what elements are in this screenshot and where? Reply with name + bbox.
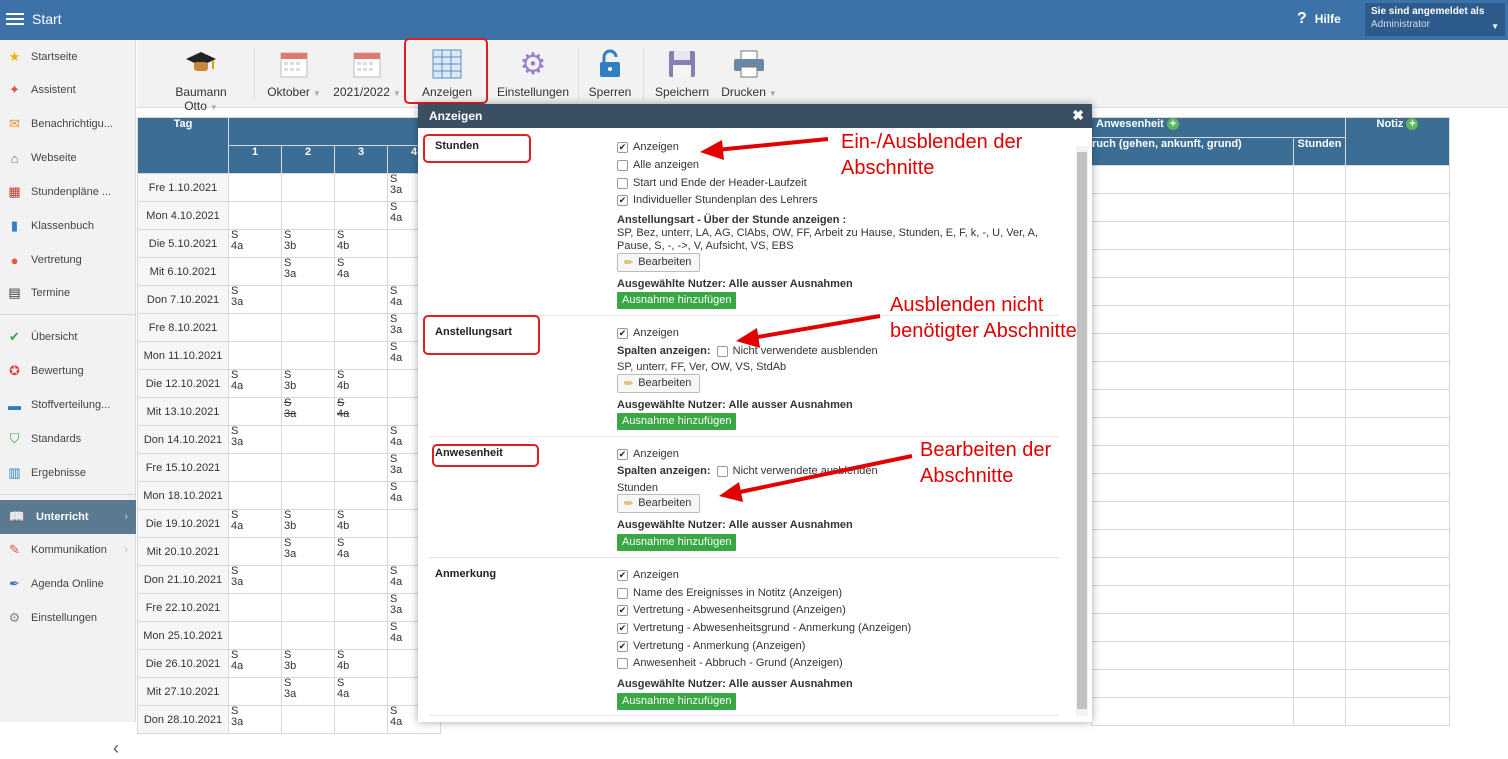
annotation-line: Bearbeiten der bbox=[920, 439, 1052, 461]
annotation-edit-sections: Bearbeiten der Abschnitte bbox=[920, 437, 1051, 489]
annotation-line: Abschnitte bbox=[841, 157, 935, 179]
annotation-line: Ausblenden nicht bbox=[890, 294, 1044, 316]
collapse-sidebar-icon[interactable]: ‹ bbox=[113, 738, 119, 759]
annotation-line: Abschnitte bbox=[920, 465, 1014, 487]
annotation-toggle-sections: Ein-/Ausblenden der Abschnitte bbox=[841, 129, 1022, 181]
annotation-arrows bbox=[700, 137, 913, 502]
annotation-hide-sections: Ausblenden nicht benötigter Abschnitte bbox=[890, 292, 1077, 344]
annotation-line: benötigter Abschnitte bbox=[890, 320, 1077, 342]
annotation-line: Ein-/Ausblenden der bbox=[841, 131, 1023, 153]
